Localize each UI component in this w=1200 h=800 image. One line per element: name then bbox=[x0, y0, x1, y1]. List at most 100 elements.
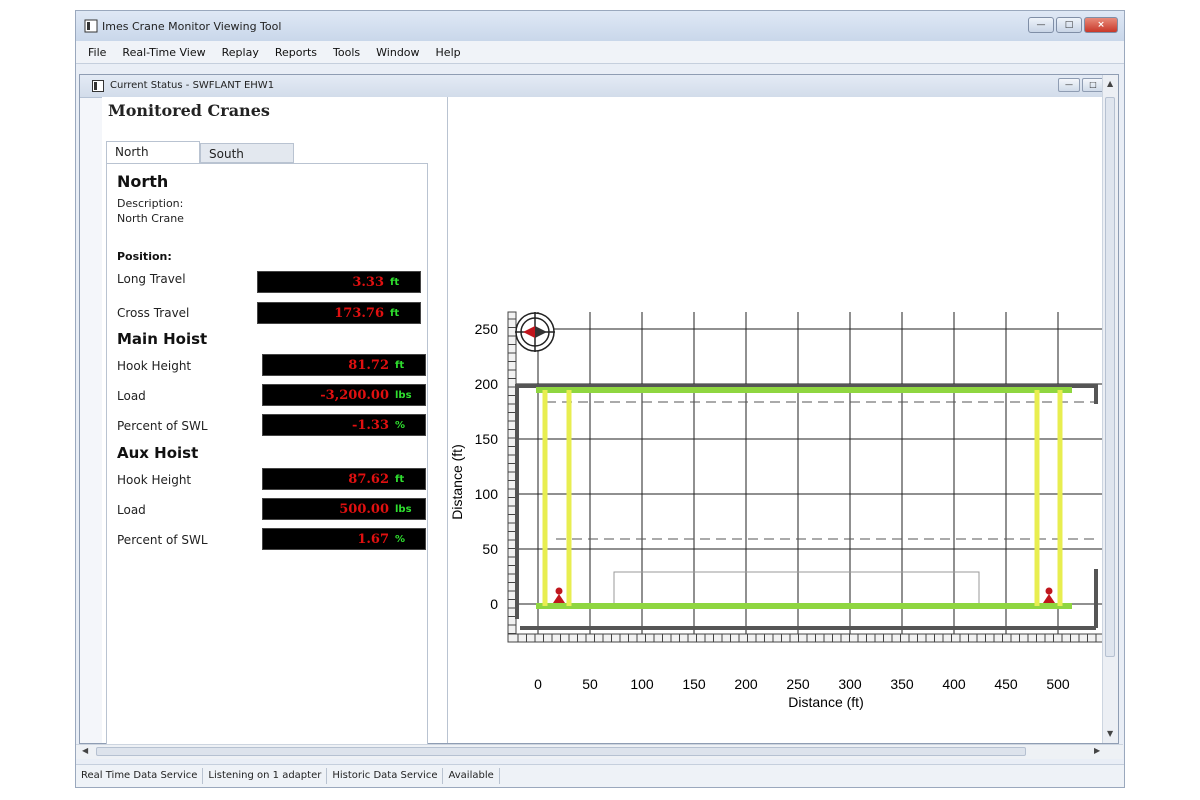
cross-travel-unit: ft bbox=[390, 307, 400, 319]
panel-heading: Monitored Cranes bbox=[108, 101, 270, 120]
child-minimize-button[interactable]: — bbox=[1058, 78, 1080, 92]
main-hook-height-label: Hook Height bbox=[117, 359, 192, 373]
menu-tools[interactable]: Tools bbox=[325, 46, 368, 59]
x-tick-label: 250 bbox=[786, 676, 810, 692]
x-tick-label: 500 bbox=[1046, 676, 1070, 692]
x-tick-label: 150 bbox=[682, 676, 706, 692]
status-bar: Real Time Data Service Listening on 1 ad… bbox=[76, 764, 1124, 787]
document-icon bbox=[92, 80, 104, 92]
aux-hook-height-value: 87.62 bbox=[348, 471, 389, 487]
horizontal-scrollbar[interactable]: ◀ ▶ bbox=[76, 744, 1123, 759]
map-plot-background bbox=[508, 312, 1108, 642]
description-label: Description: bbox=[117, 197, 184, 210]
x-tick-label: 300 bbox=[838, 676, 862, 692]
y-tick-label: 0 bbox=[490, 596, 498, 612]
status-historic-service: Historic Data Service bbox=[327, 768, 444, 784]
current-status-window: Current Status - SWFLANT EHW1 — □ Monito… bbox=[79, 74, 1119, 744]
main-hook-height-unit: ft bbox=[395, 359, 405, 371]
long-travel-value: 3.33 bbox=[352, 274, 384, 290]
x-tick-label: 350 bbox=[890, 676, 914, 692]
long-travel-unit: ft bbox=[390, 276, 400, 288]
y-tick-label: 50 bbox=[482, 541, 498, 557]
title-bar[interactable]: Imes Crane Monitor Viewing Tool — □ × bbox=[76, 11, 1124, 41]
horizontal-scroll-thumb[interactable] bbox=[96, 747, 1026, 756]
main-percent-swl-value: -1.33 bbox=[351, 417, 389, 433]
y-tick-label: 150 bbox=[475, 431, 499, 447]
x-axis-tick-labels: 0501001502002503003504004505005 bbox=[534, 676, 1114, 692]
x-axis-label: Distance (ft) bbox=[788, 694, 863, 710]
main-percent-swl-readout: -1.33 % bbox=[262, 414, 426, 436]
aux-hook-height-readout: 87.62 ft bbox=[262, 468, 426, 490]
scroll-left-icon[interactable]: ◀ bbox=[82, 746, 88, 755]
status-realtime-service: Real Time Data Service bbox=[76, 768, 204, 784]
description-value: North Crane bbox=[117, 212, 184, 225]
aux-percent-swl-unit: % bbox=[395, 533, 406, 545]
main-hoist-heading: Main Hoist bbox=[117, 330, 208, 348]
crane-map[interactable]: 0 50 100 150 200 250 0 50 100 150 200 250 300 350 400… bbox=[448, 97, 1114, 743]
aux-load-label: Load bbox=[117, 503, 146, 517]
x-tick-label: 100 bbox=[630, 676, 654, 692]
x-tick-label: 50 bbox=[582, 676, 598, 692]
status-listening: Listening on 1 adapter bbox=[203, 768, 328, 784]
y-tick-label: 200 bbox=[475, 376, 499, 392]
aux-percent-swl-label: Percent of SWL bbox=[117, 533, 208, 547]
long-travel-label: Long Travel bbox=[117, 272, 186, 286]
menu-real-time-view[interactable]: Real-Time View bbox=[114, 46, 213, 59]
y-axis-tick-labels: 0 50 100 150 200 250 bbox=[475, 321, 499, 612]
child-title-bar[interactable]: Current Status - SWFLANT EHW1 — □ bbox=[80, 75, 1118, 98]
aux-load-unit: lbs bbox=[395, 503, 412, 515]
main-load-unit: lbs bbox=[395, 389, 412, 401]
menu-replay[interactable]: Replay bbox=[214, 46, 267, 59]
vertical-scrollbar[interactable]: ▲ ▼ bbox=[1102, 75, 1118, 743]
cross-travel-value: 173.76 bbox=[334, 305, 384, 321]
tab-north[interactable]: North bbox=[106, 141, 200, 163]
scroll-up-icon[interactable]: ▲ bbox=[1107, 79, 1113, 88]
main-hook-height-value: 81.72 bbox=[348, 357, 389, 373]
y-tick-label: 250 bbox=[475, 321, 499, 337]
position-heading: Position: bbox=[117, 250, 172, 263]
menu-bar: File Real-Time View Replay Reports Tools… bbox=[76, 41, 1124, 64]
aux-hook-height-label: Hook Height bbox=[117, 473, 192, 487]
window-title: Imes Crane Monitor Viewing Tool bbox=[102, 20, 282, 33]
y-axis-label: Distance (ft) bbox=[449, 444, 465, 519]
app-icon bbox=[84, 19, 98, 33]
maximize-button[interactable]: □ bbox=[1056, 17, 1082, 33]
cross-travel-readout: 173.76 ft bbox=[257, 302, 421, 324]
close-button[interactable]: × bbox=[1084, 17, 1118, 33]
long-travel-readout: 3.33 ft bbox=[257, 271, 421, 293]
minimize-button[interactable]: — bbox=[1028, 17, 1054, 33]
x-tick-label: 0 bbox=[534, 676, 542, 692]
menu-window[interactable]: Window bbox=[368, 46, 427, 59]
main-percent-swl-unit: % bbox=[395, 419, 406, 431]
aux-hoist-heading: Aux Hoist bbox=[117, 444, 199, 462]
scroll-right-icon[interactable]: ▶ bbox=[1094, 746, 1100, 755]
monitored-cranes-panel: Monitored Cranes North South North Descr… bbox=[102, 97, 448, 744]
y-tick-label: 100 bbox=[475, 486, 499, 502]
tab-south[interactable]: South bbox=[200, 143, 294, 163]
aux-load-readout: 500.00 lbs bbox=[262, 498, 426, 520]
cross-travel-label: Cross Travel bbox=[117, 306, 190, 320]
x-tick-label: 450 bbox=[994, 676, 1018, 692]
main-load-readout: -3,200.00 lbs bbox=[262, 384, 426, 406]
menu-file[interactable]: File bbox=[76, 46, 114, 59]
menu-reports[interactable]: Reports bbox=[267, 46, 325, 59]
crane-map-svg: 0 50 100 150 200 250 0 50 100 150 200 250 300 350 400… bbox=[449, 311, 1114, 710]
crane-name: North bbox=[117, 172, 169, 191]
tab-content: North Description: North Crane Position:… bbox=[106, 163, 428, 744]
x-tick-label: 400 bbox=[942, 676, 966, 692]
menu-help[interactable]: Help bbox=[428, 46, 469, 59]
main-load-value: -3,200.00 bbox=[320, 387, 389, 403]
main-hook-height-readout: 81.72 ft bbox=[262, 354, 426, 376]
status-available: Available bbox=[443, 768, 500, 784]
vertical-scroll-thumb[interactable] bbox=[1105, 97, 1115, 657]
child-restore-button[interactable]: □ bbox=[1082, 78, 1104, 92]
aux-percent-swl-value: 1.67 bbox=[357, 531, 389, 547]
app-window: Imes Crane Monitor Viewing Tool — □ × Fi… bbox=[75, 10, 1125, 788]
scroll-down-icon[interactable]: ▼ bbox=[1107, 729, 1113, 738]
x-tick-label: 200 bbox=[734, 676, 758, 692]
child-window-title: Current Status - SWFLANT EHW1 bbox=[110, 80, 275, 91]
main-load-label: Load bbox=[117, 389, 146, 403]
aux-hook-height-unit: ft bbox=[395, 473, 405, 485]
main-percent-swl-label: Percent of SWL bbox=[117, 419, 208, 433]
aux-load-value: 500.00 bbox=[339, 501, 389, 517]
